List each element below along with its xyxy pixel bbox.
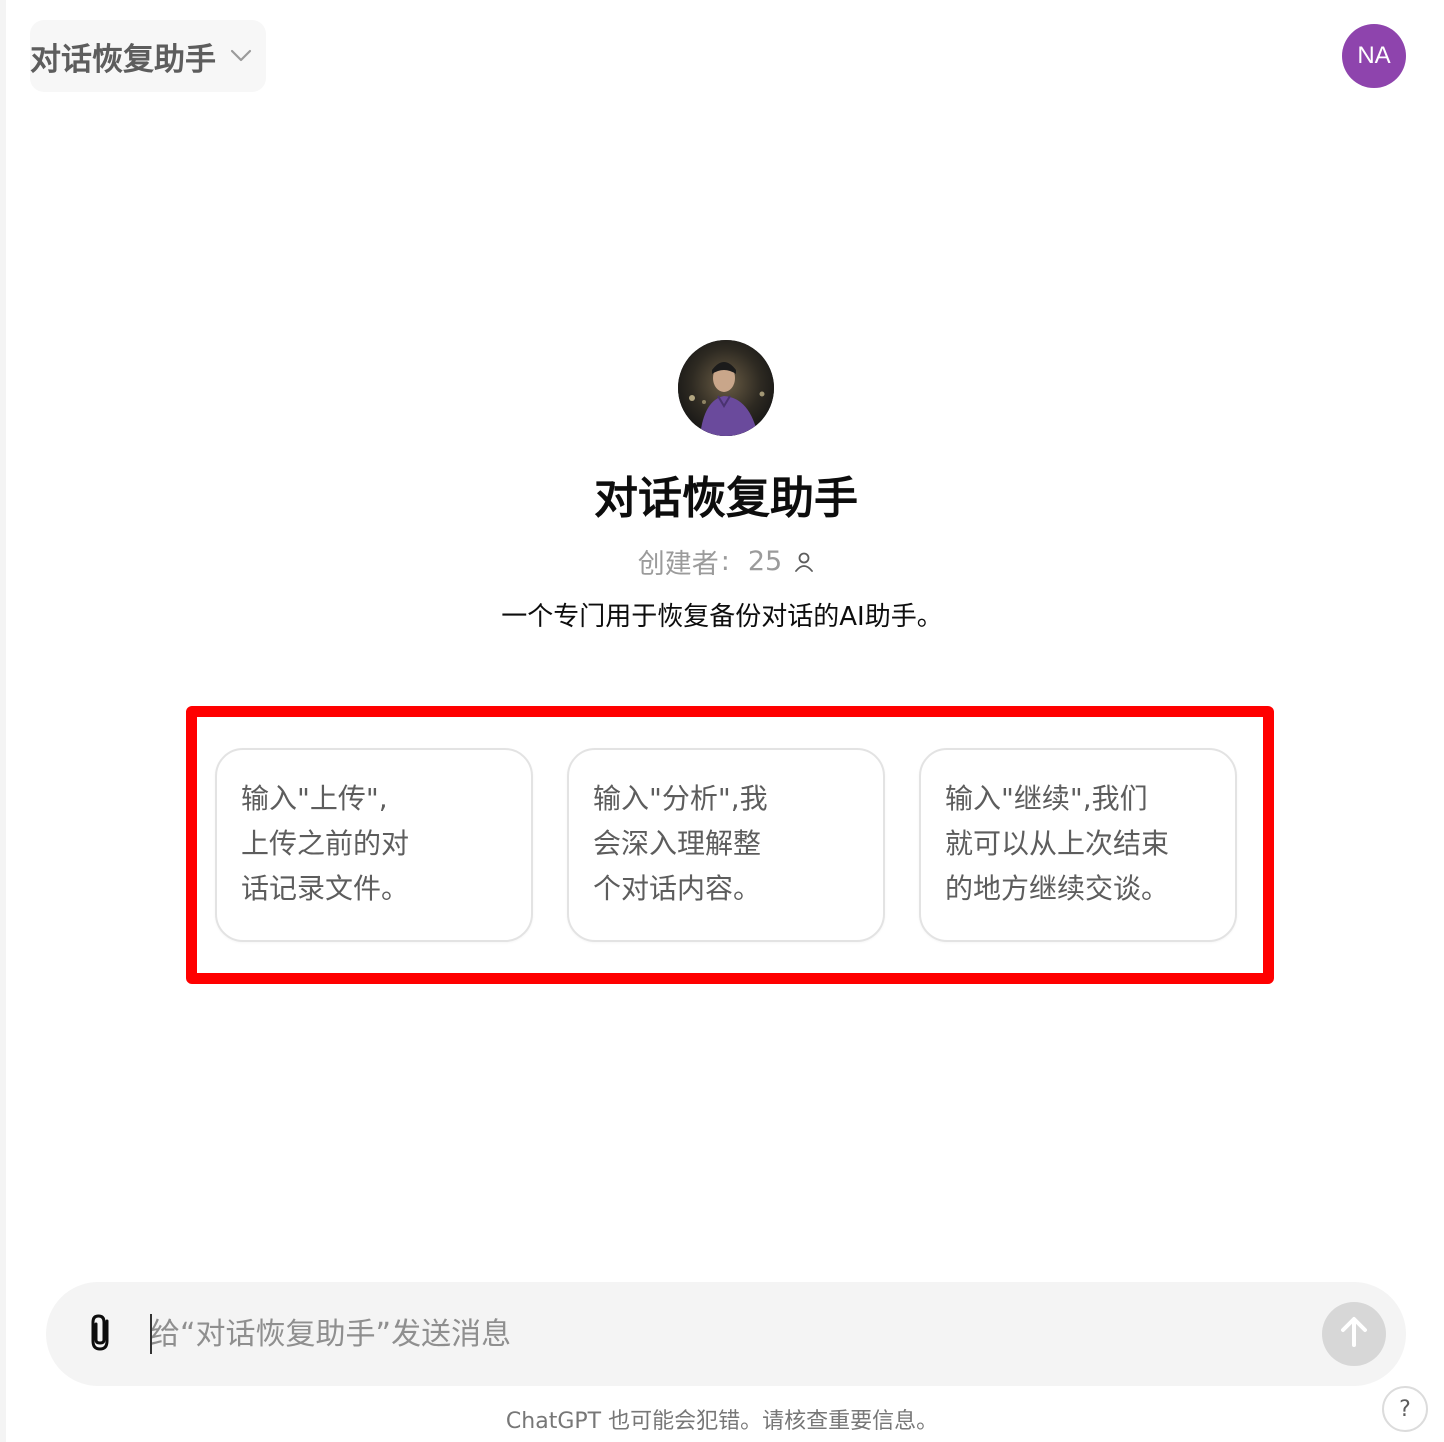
chevron-down-icon bbox=[228, 43, 254, 69]
creator-label: 创建者 bbox=[637, 549, 719, 580]
gpt-title: 对话恢复助手 bbox=[594, 473, 858, 524]
user-avatar-button[interactable]: NA bbox=[1342, 24, 1406, 88]
model-switcher-button[interactable]: 对话恢复助手 bbox=[30, 20, 266, 92]
text-caret bbox=[150, 1314, 152, 1354]
sidebar-edge bbox=[0, 0, 6, 1442]
conversation-starter[interactable]: 输入"继续",我们 就可以从上次结束 的地方继续交谈。 bbox=[919, 748, 1237, 942]
conversation-starter[interactable]: 输入"上传", 上传之前的对 话记录文件。 bbox=[215, 748, 533, 942]
help-button[interactable]: ? bbox=[1382, 1386, 1428, 1432]
send-button[interactable] bbox=[1322, 1302, 1386, 1366]
gpt-description: 一个专门用于恢复备份对话的AI助手。 bbox=[501, 602, 943, 632]
gpt-avatar-image bbox=[678, 340, 774, 436]
attach-file-button[interactable] bbox=[80, 1308, 124, 1360]
model-switcher-label: 对话恢复助手 bbox=[30, 41, 216, 78]
gpt-creator-line: 创建者 : 25 bbox=[0, 542, 1444, 581]
message-input[interactable] bbox=[148, 1306, 1300, 1362]
paperclip-icon bbox=[86, 1311, 118, 1357]
chat-page: 对话恢复助手 NA 对话恢复助手 创建者: 25 一个专门用于恢复备份对话的A… bbox=[0, 0, 1444, 1442]
creator-separator: : bbox=[720, 546, 730, 577]
creator-count: 25 bbox=[747, 546, 783, 577]
arrow-up-icon bbox=[1339, 1315, 1369, 1353]
conversation-starter[interactable]: 输入"分析",我 会深入理解整 个对话内容。 bbox=[567, 748, 885, 942]
user-initials: NA bbox=[1357, 42, 1391, 69]
disclaimer-text: ChatGPT 也可能会犯错。请核查重要信息。 bbox=[505, 1409, 939, 1434]
question-mark-icon: ? bbox=[1399, 1396, 1411, 1422]
person-icon bbox=[794, 551, 814, 573]
